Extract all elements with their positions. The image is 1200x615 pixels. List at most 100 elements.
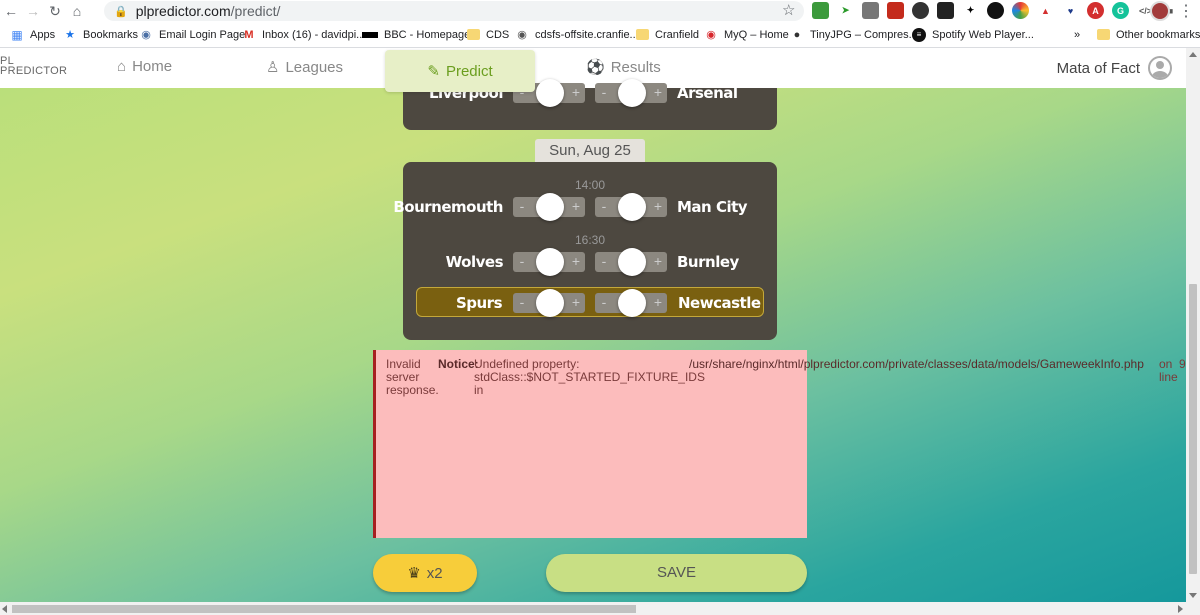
house-icon: ⌂ [117,58,127,75]
scrollbar-thumb[interactable] [1189,284,1197,574]
grammarly-icon[interactable]: G [1112,2,1129,19]
kickoff-time: 16:30 [574,233,606,247]
scroll-right-icon[interactable] [1178,605,1183,613]
reload-icon[interactable]: ↻ [44,0,66,22]
decrement-button[interactable]: - [513,252,531,272]
fixture-card-previous: Liverpool - + - + Arsenal [403,79,777,130]
bookmark-label: Inbox (16) - davidpi... [262,28,366,41]
adblock-icon[interactable]: A [1087,2,1104,19]
decrement-button[interactable]: - [513,293,531,313]
logo-line2: PREDICTOR [0,65,68,77]
increment-button[interactable]: + [649,83,667,103]
scroll-up-icon[interactable] [1189,52,1197,57]
bookmark-other[interactable]: Other bookmarks [1097,22,1200,48]
bookmark-myq[interactable]: ◉ MyQ – Home [704,22,789,48]
menu-dots-icon[interactable]: ⋮ [1178,1,1194,21]
spotify-icon: ≡ [912,27,926,42]
back-arrow-icon[interactable]: ← [0,0,22,22]
bookmark-label: BBC - Homepage [384,28,471,41]
scroll-left-icon[interactable] [2,605,7,613]
bookmark-tinyjpg[interactable]: ● TinyJPG – Compres... [790,22,918,48]
bell-icon[interactable]: ▲ [1037,2,1054,19]
decrement-button[interactable]: - [595,83,613,103]
score-knob[interactable] [536,248,564,276]
crown-icon: ♛ [407,565,421,582]
bookmark-cds[interactable]: CDS [467,22,509,48]
decrement-button[interactable]: - [595,197,613,217]
pdf-icon[interactable] [887,2,904,19]
increment-button[interactable]: + [567,197,585,217]
increment-button[interactable]: + [649,252,667,272]
error-message: Invalid server response. [386,357,439,397]
more-bookmarks-label: » [1074,28,1081,41]
away-score-stepper[interactable]: - + [595,248,667,276]
home-score-stepper[interactable]: - + [513,289,585,317]
increment-button[interactable]: + [567,293,585,313]
bookmark-spotify[interactable]: ≡ Spotify Web Player... [912,22,1034,48]
bookmark-apps[interactable]: ▦ Apps [10,22,55,48]
site-logo[interactable]: PL PREDICTOR [0,56,68,77]
forward-arrow-icon[interactable]: → [22,0,44,22]
extension-icon[interactable] [937,2,954,19]
more-bookmarks-button[interactable]: » [1074,22,1080,48]
user-menu[interactable]: Mata of Fact [1057,56,1172,80]
nav-home[interactable]: ⌂ Home [117,58,172,75]
decrement-button[interactable]: - [595,252,613,272]
score-knob[interactable] [618,193,646,221]
address-bar[interactable]: 🔒 plpredictor.com/predict/ [104,1,804,21]
extension-icon[interactable] [987,2,1004,19]
away-score-stepper[interactable]: - + [595,289,667,317]
extension-icon[interactable]: ✦ [962,2,979,19]
globe-icon: ◉ [517,29,527,41]
home-icon[interactable]: ⌂ [66,0,88,22]
horizontal-scrollbar[interactable] [0,602,1200,615]
double-points-label: x2 [426,564,443,582]
increment-button[interactable]: + [649,293,667,313]
increment-button[interactable]: + [649,197,667,217]
score-knob[interactable] [618,79,646,107]
away-score-stepper[interactable]: - + [595,79,667,107]
extension-icon[interactable] [1012,2,1029,19]
increment-button[interactable]: + [567,83,585,103]
bookmark-bookmarks[interactable]: ★ Bookmarks [63,22,138,48]
bookmark-star-icon[interactable]: ☆ [782,1,795,19]
score-knob[interactable] [536,193,564,221]
folder-icon [636,29,649,40]
scroll-down-icon[interactable] [1189,593,1197,598]
date-header: Sun, Aug 25 [535,139,645,162]
bookmark-label: Bookmarks [83,28,139,41]
decrement-button[interactable]: - [595,293,613,313]
nav-leagues[interactable]: ♙ Leagues [266,58,343,77]
double-points-button[interactable]: ♛ x2 [373,554,477,592]
bookmark-cdsfs[interactable]: ◉ cdsfs-offsite.cranfie... [515,22,639,48]
vertical-scrollbar[interactable] [1186,48,1200,602]
profile-avatar[interactable] [1150,1,1170,21]
fixture-row-doubled[interactable]: Spurs - + - + Newcastle [416,287,764,317]
away-score-stepper[interactable]: - + [595,193,667,221]
bookmark-inbox[interactable]: M Inbox (16) - davidpi... [242,22,365,48]
bookmark-bbc[interactable]: BBC - Homepage [362,22,470,48]
scrollbar-thumb[interactable] [12,605,636,613]
extension-icon[interactable] [812,2,829,19]
extension-icon[interactable] [862,2,879,19]
extension-icon[interactable]: ➤ [837,2,854,19]
home-score-stepper[interactable]: - + [513,248,585,276]
decrement-button[interactable]: - [513,197,531,217]
score-knob[interactable] [618,248,646,276]
away-team: Arsenal [677,84,738,102]
score-knob[interactable] [536,289,564,317]
url-host: plpredictor.com [135,3,231,19]
increment-button[interactable]: + [567,252,585,272]
bookmark-email-login[interactable]: ◉ Email Login Page [139,22,245,48]
bookmark-cranfield[interactable]: Cranfield [636,22,699,48]
nav-results[interactable]: ⚽ Results [586,58,661,77]
score-knob[interactable] [536,79,564,107]
nav-predict[interactable]: ✎ Predict [385,50,535,92]
score-knob[interactable] [618,289,646,317]
save-button[interactable]: SAVE [546,554,807,592]
home-score-stepper[interactable]: - + [513,193,585,221]
bookmarks-bar: ▦ Apps ★ Bookmarks ◉ Email Login Page M … [0,22,1200,48]
heart-icon[interactable]: ♥ [1062,2,1079,19]
extension-icon[interactable] [912,2,929,19]
username: Mata of Fact [1056,59,1140,77]
